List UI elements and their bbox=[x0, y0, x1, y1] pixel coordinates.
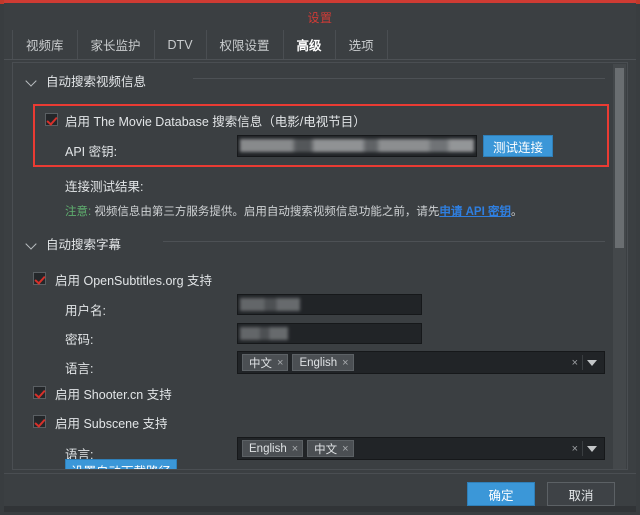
tmdb-enable-checkbox[interactable] bbox=[45, 113, 58, 126]
title-bar: 设置 bbox=[4, 3, 636, 29]
tab-options[interactable]: 选项 bbox=[336, 30, 388, 59]
page-title: 设置 bbox=[307, 11, 333, 25]
tab-advanced[interactable]: 高级 bbox=[284, 30, 336, 59]
tmdb-enable-label: 启用 The Movie Database 搜索信息（电影/电视节目） bbox=[65, 115, 366, 129]
set-download-path-button[interactable]: 设置自动下载路径 bbox=[65, 459, 177, 469]
group-header-video-info-label: 自动搜索视频信息 bbox=[46, 75, 147, 89]
tab-permissions[interactable]: 权限设置 bbox=[207, 30, 284, 59]
test-connection-button[interactable]: 测试连接 bbox=[483, 135, 553, 157]
api-key-redaction bbox=[240, 139, 474, 152]
group-divider-subtitles bbox=[163, 241, 605, 242]
apply-api-key-link[interactable]: 申请 API 密钥 bbox=[439, 206, 511, 218]
opensubtitles-language-label: 语言: bbox=[65, 362, 94, 376]
close-icon[interactable]: × bbox=[342, 357, 348, 369]
scrollbar-thumb[interactable] bbox=[615, 68, 624, 248]
shooter-enable-label: 启用 Shooter.cn 支持 bbox=[55, 388, 172, 402]
subscene-enable-checkbox[interactable] bbox=[33, 415, 46, 428]
tab-parental-control[interactable]: 家长监护 bbox=[78, 30, 155, 59]
chevron-down-icon[interactable] bbox=[587, 359, 597, 366]
username-label: 用户名: bbox=[65, 304, 106, 318]
select-divider bbox=[582, 355, 583, 370]
settings-scroll-panel[interactable]: 自动搜索视频信息 启用 The Movie Database 搜索信息（电影/电… bbox=[12, 62, 628, 470]
password-redaction bbox=[240, 327, 288, 340]
api-note: 注意: 视频信息由第三方服务提供。启用自动搜索视频信息功能之前，请先申请 API… bbox=[65, 203, 522, 219]
subscene-enable-label: 启用 Subscene 支持 bbox=[55, 417, 168, 431]
password-input[interactable] bbox=[237, 323, 422, 344]
download-path-button-clip: 设置自动下载路径 bbox=[13, 445, 613, 469]
tab-dtv[interactable]: DTV bbox=[155, 30, 207, 59]
group-header-subtitles-label: 自动搜索字幕 bbox=[46, 238, 122, 252]
api-note-tail: 。 bbox=[510, 206, 523, 218]
window-body: 设置 视频库 家长监护 DTV 权限设置 高级 选项 自动搜索视频信息 启用 T… bbox=[4, 3, 636, 512]
test-result-label: 连接测试结果: bbox=[65, 180, 144, 194]
opensubtitles-enable-checkbox[interactable] bbox=[33, 272, 46, 285]
language-tag[interactable]: English × bbox=[292, 354, 354, 371]
group-header-video-info[interactable]: 自动搜索视频信息 bbox=[25, 71, 146, 90]
footer-divider bbox=[4, 473, 636, 474]
settings-content: 自动搜索视频信息 启用 The Movie Database 搜索信息（电影/电… bbox=[13, 63, 613, 469]
language-tag-label: 中文 bbox=[249, 357, 272, 370]
clear-all-icon[interactable]: × bbox=[572, 357, 578, 369]
group-header-subtitles[interactable]: 自动搜索字幕 bbox=[25, 234, 121, 253]
opensubtitles-enable-label: 启用 OpenSubtitles.org 支持 bbox=[55, 274, 213, 288]
close-icon[interactable]: × bbox=[277, 357, 283, 369]
api-key-input[interactable] bbox=[237, 135, 477, 157]
tab-bar: 视频库 家长监护 DTV 权限设置 高级 选项 bbox=[4, 30, 636, 60]
username-input[interactable] bbox=[237, 294, 422, 315]
group-divider-video-info bbox=[193, 78, 605, 79]
ok-button[interactable]: 确定 bbox=[467, 482, 535, 506]
api-note-body: 视频信息由第三方服务提供。启用自动搜索视频信息功能之前，请先 bbox=[91, 206, 440, 218]
api-note-warning-prefix: 注意: bbox=[65, 206, 92, 218]
settings-window: 设置 视频库 家长监护 DTV 权限设置 高级 选项 自动搜索视频信息 启用 T… bbox=[0, 0, 640, 515]
shooter-enable-checkbox[interactable] bbox=[33, 386, 46, 399]
password-label: 密码: bbox=[65, 333, 94, 347]
cancel-button[interactable]: 取消 bbox=[547, 482, 615, 506]
chevron-down-icon bbox=[25, 237, 39, 251]
language-tag-label: English bbox=[299, 356, 338, 369]
language-tag[interactable]: 中文 × bbox=[242, 354, 289, 371]
tab-video-library[interactable]: 视频库 bbox=[12, 30, 78, 59]
username-redaction bbox=[240, 298, 300, 311]
vertical-scrollbar[interactable] bbox=[613, 64, 626, 469]
opensubtitles-language-select[interactable]: 中文 × English × × bbox=[237, 351, 605, 374]
window-bottom-edge bbox=[4, 506, 636, 512]
chevron-down-icon bbox=[25, 74, 39, 88]
api-key-label: API 密钥: bbox=[65, 145, 118, 159]
